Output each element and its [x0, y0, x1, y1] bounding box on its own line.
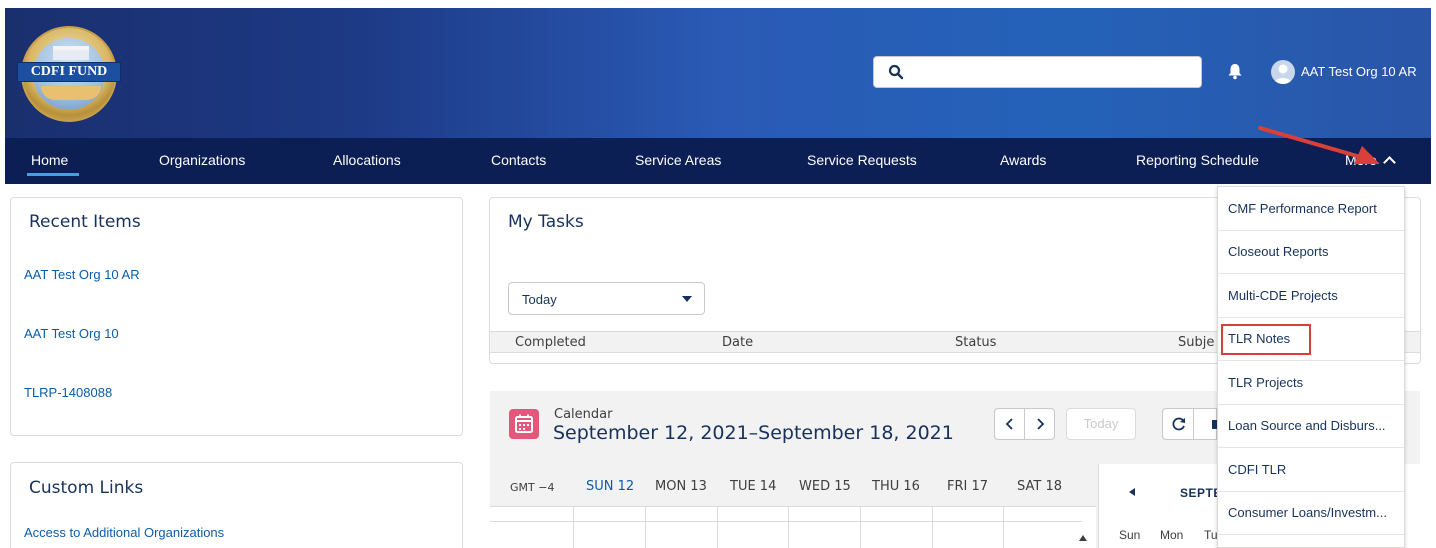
- menu-item-cdfi-tlr[interactable]: CDFI TLR: [1218, 448, 1404, 492]
- active-tab-indicator: [27, 173, 79, 176]
- previous-week-button[interactable]: [994, 408, 1025, 440]
- recent-items-card: [10, 197, 463, 436]
- recent-items-title: Recent Items: [29, 212, 141, 232]
- scroll-up-icon[interactable]: [1078, 534, 1088, 542]
- day-header-tue[interactable]: TUE 14: [730, 479, 776, 494]
- menu-item-label: CDFI TLR: [1228, 462, 1287, 477]
- grid-divider: [788, 506, 789, 548]
- calendar-date-range: September 12, 2021–September 18, 2021: [553, 422, 954, 444]
- nav-item-service-areas[interactable]: Service Areas: [635, 152, 721, 168]
- column-header-date[interactable]: Date: [722, 335, 753, 350]
- mini-weekday: Tu: [1204, 528, 1218, 542]
- menu-item-tlr-projects[interactable]: TLR Projects: [1218, 361, 1404, 405]
- delete-button[interactable]: [1193, 408, 1218, 440]
- user-name[interactable]: AAT Test Org 10 AR: [1301, 64, 1417, 79]
- timezone-label: GMT −4: [510, 481, 555, 494]
- nav-item-home[interactable]: Home: [31, 152, 68, 168]
- day-header-wed[interactable]: WED 15: [799, 479, 851, 494]
- caret-down-icon: [682, 296, 692, 302]
- recent-item-link[interactable]: TLRP-1408088: [24, 385, 112, 400]
- refresh-button[interactable]: [1162, 408, 1194, 440]
- menu-item-cmf-performance-report[interactable]: CMF Performance Report: [1218, 187, 1404, 231]
- chevron-right-icon: [1037, 418, 1045, 430]
- custom-links-title: Custom Links: [29, 478, 144, 498]
- day-header-sat[interactable]: SAT 18: [1017, 479, 1062, 494]
- day-header-thu[interactable]: THU 16: [872, 479, 920, 494]
- user-icon: [1274, 64, 1292, 84]
- logo-houses-icon: [41, 86, 101, 100]
- grid-divider: [1003, 506, 1004, 548]
- refresh-icon: [1172, 417, 1185, 431]
- grid-divider: [490, 521, 1082, 522]
- logo-text: CDFI FUND: [17, 62, 121, 82]
- calendar-icon: [509, 409, 539, 439]
- nav-item-reporting-schedule[interactable]: Reporting Schedule: [1136, 152, 1259, 168]
- menu-item-loan-source[interactable]: Loan Source and Disburs...: [1218, 404, 1404, 448]
- mini-prev-month-icon[interactable]: [1128, 487, 1136, 497]
- global-search-input[interactable]: [873, 56, 1202, 88]
- annotation-arrow-icon: [1258, 126, 1380, 164]
- menu-item-label: Loan Source and Disburs...: [1228, 418, 1386, 433]
- column-header-status[interactable]: Status: [955, 335, 996, 350]
- trash-icon: [1212, 420, 1218, 429]
- annotation-highlight-box: [1221, 324, 1311, 355]
- main-nav: Home Organizations Allocations Contacts …: [5, 138, 1431, 184]
- next-week-button[interactable]: [1024, 408, 1055, 440]
- menu-item-label: Closeout Reports: [1228, 244, 1329, 259]
- menu-item-label: TLR Projects: [1228, 375, 1304, 390]
- menu-item-closeout-reports[interactable]: Closeout Reports: [1218, 230, 1404, 274]
- mini-weekday: Sun: [1119, 528, 1141, 542]
- nav-item-contacts[interactable]: Contacts: [491, 152, 546, 168]
- column-header-completed[interactable]: Completed: [515, 335, 586, 350]
- logo-building-icon: [53, 46, 89, 60]
- recent-item-link[interactable]: AAT Test Org 10 AR: [24, 267, 140, 282]
- mini-calendar-month: SEPTE: [1180, 486, 1222, 500]
- week-grid[interactable]: [490, 506, 1096, 548]
- column-header-subject[interactable]: Subje: [1178, 335, 1214, 350]
- user-avatar[interactable]: [1271, 60, 1295, 84]
- my-tasks-title: My Tasks: [508, 212, 584, 232]
- calendar-label: Calendar: [554, 407, 613, 422]
- nav-item-allocations[interactable]: Allocations: [333, 152, 401, 168]
- mini-weekday: Mon: [1160, 528, 1184, 542]
- search-icon: [888, 64, 904, 80]
- recent-item-link[interactable]: AAT Test Org 10: [24, 326, 119, 341]
- grid-divider: [932, 506, 933, 548]
- nav-item-awards[interactable]: Awards: [1000, 152, 1046, 168]
- day-header-sun[interactable]: SUN 12: [586, 479, 634, 494]
- nav-item-service-requests[interactable]: Service Requests: [807, 152, 917, 168]
- menu-item-multi-cde-projects[interactable]: Multi-CDE Projects: [1218, 274, 1404, 318]
- menu-item-label: CMF Performance Report: [1228, 201, 1377, 216]
- day-header-fri[interactable]: FRI 17: [947, 479, 988, 494]
- notifications-bell-icon[interactable]: [1226, 62, 1244, 80]
- custom-link[interactable]: Access to Additional Organizations: [24, 525, 224, 540]
- cdfi-fund-logo[interactable]: CDFI FUND: [17, 26, 121, 122]
- chevron-left-icon: [1005, 418, 1013, 430]
- tasks-filter-select[interactable]: Today: [508, 282, 705, 315]
- today-button[interactable]: Today: [1066, 408, 1136, 440]
- grid-divider: [717, 506, 718, 548]
- menu-item-consumer-loans[interactable]: Consumer Loans/Investm...: [1218, 491, 1404, 535]
- tasks-filter-value: Today: [522, 292, 557, 307]
- menu-item-label: Consumer Loans/Investm...: [1228, 505, 1387, 520]
- grid-divider: [645, 506, 646, 548]
- grid-divider: [573, 506, 574, 548]
- menu-item-label: Multi-CDE Projects: [1228, 288, 1338, 303]
- nav-item-organizations[interactable]: Organizations: [159, 152, 245, 168]
- day-header-mon[interactable]: MON 13: [655, 479, 707, 494]
- app-header: CDFI FUND: [5, 8, 1431, 138]
- grid-divider: [860, 506, 861, 548]
